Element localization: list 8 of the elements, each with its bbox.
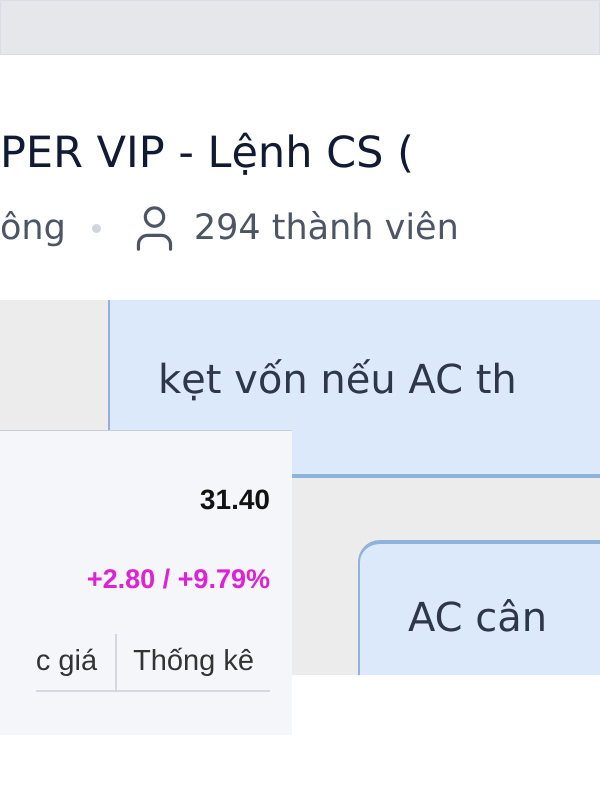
stock-price: 31.40 (200, 483, 270, 517)
group-status: ông (0, 207, 66, 250)
message-text: AC cân (408, 594, 548, 642)
member-count: 294 thành viên (194, 207, 459, 250)
group-title: PER VIP - Lệnh CS ( (0, 127, 415, 180)
message-text: kẹt vốn nếu AC th (158, 356, 517, 404)
tab[interactable]: Thống kê (115, 634, 270, 692)
stock-change: +2.80 / +9.79% (86, 563, 270, 596)
